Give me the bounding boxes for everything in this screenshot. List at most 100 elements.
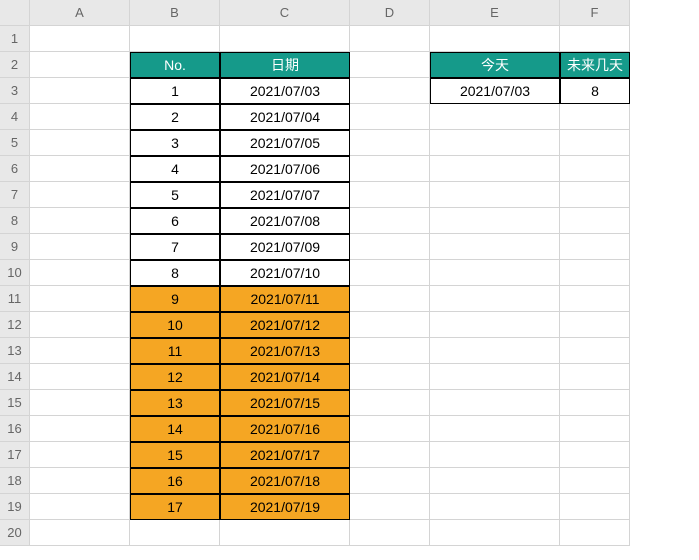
cell-d16[interactable] bbox=[350, 416, 430, 442]
cell-a4[interactable] bbox=[30, 104, 130, 130]
table-cell-date[interactable]: 2021/07/09 bbox=[220, 234, 350, 260]
cell-f1[interactable] bbox=[560, 26, 630, 52]
cell-d17[interactable] bbox=[350, 442, 430, 468]
table-cell-no[interactable]: 10 bbox=[130, 312, 220, 338]
cell-f15[interactable] bbox=[560, 390, 630, 416]
cell-f20[interactable] bbox=[560, 520, 630, 546]
cell-e16[interactable] bbox=[430, 416, 560, 442]
table-cell-no[interactable]: 14 bbox=[130, 416, 220, 442]
cell-f12[interactable] bbox=[560, 312, 630, 338]
cell-a9[interactable] bbox=[30, 234, 130, 260]
cell-a14[interactable] bbox=[30, 364, 130, 390]
cell-a2[interactable] bbox=[30, 52, 130, 78]
cell-f11[interactable] bbox=[560, 286, 630, 312]
cell-a19[interactable] bbox=[30, 494, 130, 520]
table-cell-no[interactable]: 15 bbox=[130, 442, 220, 468]
cell-d3[interactable] bbox=[350, 78, 430, 104]
table-cell-date[interactable]: 2021/07/07 bbox=[220, 182, 350, 208]
table-cell-date[interactable]: 2021/07/13 bbox=[220, 338, 350, 364]
row-header-4[interactable]: 4 bbox=[0, 104, 30, 130]
row-header-20[interactable]: 20 bbox=[0, 520, 30, 546]
cell-e13[interactable] bbox=[430, 338, 560, 364]
value-today[interactable]: 2021/07/03 bbox=[430, 78, 560, 104]
cell-c1[interactable] bbox=[220, 26, 350, 52]
table-cell-date[interactable]: 2021/07/10 bbox=[220, 260, 350, 286]
cell-f17[interactable] bbox=[560, 442, 630, 468]
row-header-19[interactable]: 19 bbox=[0, 494, 30, 520]
table-cell-no[interactable]: 9 bbox=[130, 286, 220, 312]
cell-f5[interactable] bbox=[560, 130, 630, 156]
cell-d10[interactable] bbox=[350, 260, 430, 286]
table-cell-date[interactable]: 2021/07/06 bbox=[220, 156, 350, 182]
row-header-12[interactable]: 12 bbox=[0, 312, 30, 338]
cell-e18[interactable] bbox=[430, 468, 560, 494]
header-date[interactable]: 日期 bbox=[220, 52, 350, 78]
row-header-2[interactable]: 2 bbox=[0, 52, 30, 78]
table-cell-date[interactable]: 2021/07/08 bbox=[220, 208, 350, 234]
table-cell-date[interactable]: 2021/07/03 bbox=[220, 78, 350, 104]
cell-d13[interactable] bbox=[350, 338, 430, 364]
cell-f7[interactable] bbox=[560, 182, 630, 208]
table-cell-date[interactable]: 2021/07/05 bbox=[220, 130, 350, 156]
col-header-e[interactable]: E bbox=[430, 0, 560, 26]
header-future-days[interactable]: 未来几天 bbox=[560, 52, 630, 78]
row-header-15[interactable]: 15 bbox=[0, 390, 30, 416]
row-header-6[interactable]: 6 bbox=[0, 156, 30, 182]
cell-f6[interactable] bbox=[560, 156, 630, 182]
cell-f14[interactable] bbox=[560, 364, 630, 390]
cell-a6[interactable] bbox=[30, 156, 130, 182]
row-header-10[interactable]: 10 bbox=[0, 260, 30, 286]
cell-a12[interactable] bbox=[30, 312, 130, 338]
cell-d15[interactable] bbox=[350, 390, 430, 416]
cell-f18[interactable] bbox=[560, 468, 630, 494]
row-header-3[interactable]: 3 bbox=[0, 78, 30, 104]
cell-a7[interactable] bbox=[30, 182, 130, 208]
corner-cell[interactable] bbox=[0, 0, 30, 26]
col-header-b[interactable]: B bbox=[130, 0, 220, 26]
cell-a15[interactable] bbox=[30, 390, 130, 416]
table-cell-no[interactable]: 1 bbox=[130, 78, 220, 104]
row-header-5[interactable]: 5 bbox=[0, 130, 30, 156]
row-header-13[interactable]: 13 bbox=[0, 338, 30, 364]
cell-d12[interactable] bbox=[350, 312, 430, 338]
cell-f13[interactable] bbox=[560, 338, 630, 364]
cell-a13[interactable] bbox=[30, 338, 130, 364]
col-header-d[interactable]: D bbox=[350, 0, 430, 26]
cell-e10[interactable] bbox=[430, 260, 560, 286]
table-cell-no[interactable]: 3 bbox=[130, 130, 220, 156]
row-header-8[interactable]: 8 bbox=[0, 208, 30, 234]
cell-f16[interactable] bbox=[560, 416, 630, 442]
cell-e12[interactable] bbox=[430, 312, 560, 338]
cell-e17[interactable] bbox=[430, 442, 560, 468]
cell-f9[interactable] bbox=[560, 234, 630, 260]
cell-e9[interactable] bbox=[430, 234, 560, 260]
cell-d19[interactable] bbox=[350, 494, 430, 520]
table-cell-date[interactable]: 2021/07/14 bbox=[220, 364, 350, 390]
table-cell-no[interactable]: 16 bbox=[130, 468, 220, 494]
cell-e5[interactable] bbox=[430, 130, 560, 156]
cell-d9[interactable] bbox=[350, 234, 430, 260]
cell-e8[interactable] bbox=[430, 208, 560, 234]
cell-e1[interactable] bbox=[430, 26, 560, 52]
cell-c20[interactable] bbox=[220, 520, 350, 546]
cell-d6[interactable] bbox=[350, 156, 430, 182]
cell-d14[interactable] bbox=[350, 364, 430, 390]
row-header-16[interactable]: 16 bbox=[0, 416, 30, 442]
cell-b20[interactable] bbox=[130, 520, 220, 546]
table-cell-no[interactable]: 11 bbox=[130, 338, 220, 364]
cell-f19[interactable] bbox=[560, 494, 630, 520]
cell-e11[interactable] bbox=[430, 286, 560, 312]
row-header-11[interactable]: 11 bbox=[0, 286, 30, 312]
cell-d11[interactable] bbox=[350, 286, 430, 312]
row-header-14[interactable]: 14 bbox=[0, 364, 30, 390]
table-cell-date[interactable]: 2021/07/12 bbox=[220, 312, 350, 338]
cell-d5[interactable] bbox=[350, 130, 430, 156]
row-header-17[interactable]: 17 bbox=[0, 442, 30, 468]
header-today[interactable]: 今天 bbox=[430, 52, 560, 78]
table-cell-no[interactable]: 5 bbox=[130, 182, 220, 208]
cell-d1[interactable] bbox=[350, 26, 430, 52]
cell-a8[interactable] bbox=[30, 208, 130, 234]
row-header-9[interactable]: 9 bbox=[0, 234, 30, 260]
row-header-1[interactable]: 1 bbox=[0, 26, 30, 52]
table-cell-no[interactable]: 17 bbox=[130, 494, 220, 520]
